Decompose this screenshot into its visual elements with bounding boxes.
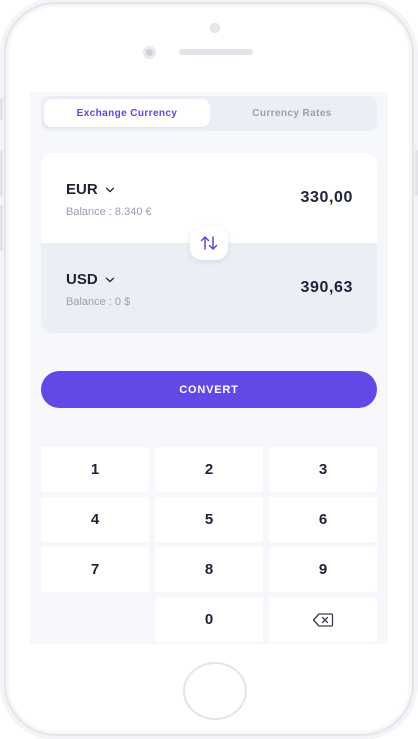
chevron-down-icon bbox=[105, 277, 114, 282]
key-0[interactable]: 0 bbox=[155, 597, 263, 642]
chevron-down-icon bbox=[105, 187, 114, 192]
swap-currencies-button[interactable] bbox=[190, 226, 228, 260]
key-3[interactable]: 3 bbox=[269, 447, 377, 492]
speaker-grille bbox=[179, 49, 253, 55]
front-camera bbox=[143, 46, 156, 59]
key-2[interactable]: 2 bbox=[155, 447, 263, 492]
key-5[interactable]: 5 bbox=[155, 497, 263, 542]
mute-switch bbox=[0, 98, 3, 120]
key-1[interactable]: 1 bbox=[41, 447, 149, 492]
to-balance: Balance : 0 $ bbox=[66, 296, 131, 308]
from-balance: Balance : 8.340 € bbox=[66, 206, 152, 218]
tab-currency-rates[interactable]: Currency Rates bbox=[209, 99, 375, 127]
key-6[interactable]: 6 bbox=[269, 497, 377, 542]
volume-up-button bbox=[0, 150, 3, 196]
backspace-key[interactable] bbox=[269, 597, 377, 642]
exchange-card: EUR Balance : 8.340 € 330,00 USD Balance… bbox=[41, 153, 377, 333]
app-screen: Exchange Currency Currency Rates EUR Bal… bbox=[30, 92, 388, 644]
from-amount[interactable]: 330,00 bbox=[300, 189, 353, 207]
volume-down-button bbox=[0, 205, 3, 251]
convert-button[interactable]: CONVERT bbox=[41, 371, 377, 408]
key-9[interactable]: 9 bbox=[269, 547, 377, 592]
to-currency-selector[interactable]: USD bbox=[66, 271, 115, 288]
from-currency-code: EUR bbox=[66, 181, 98, 198]
tab-exchange-currency[interactable]: Exchange Currency bbox=[44, 99, 210, 127]
key-7[interactable]: 7 bbox=[41, 547, 149, 592]
key-4[interactable]: 4 bbox=[41, 497, 149, 542]
to-amount: 390,63 bbox=[300, 279, 353, 296]
swap-arrows-icon bbox=[200, 236, 218, 250]
backspace-icon bbox=[312, 612, 334, 627]
sensor-dot bbox=[210, 23, 220, 33]
from-currency-selector[interactable]: EUR bbox=[66, 181, 115, 198]
to-currency-code: USD bbox=[66, 271, 98, 288]
home-button[interactable] bbox=[183, 662, 247, 720]
key-8[interactable]: 8 bbox=[155, 547, 263, 592]
tab-bar: Exchange Currency Currency Rates bbox=[41, 96, 377, 131]
